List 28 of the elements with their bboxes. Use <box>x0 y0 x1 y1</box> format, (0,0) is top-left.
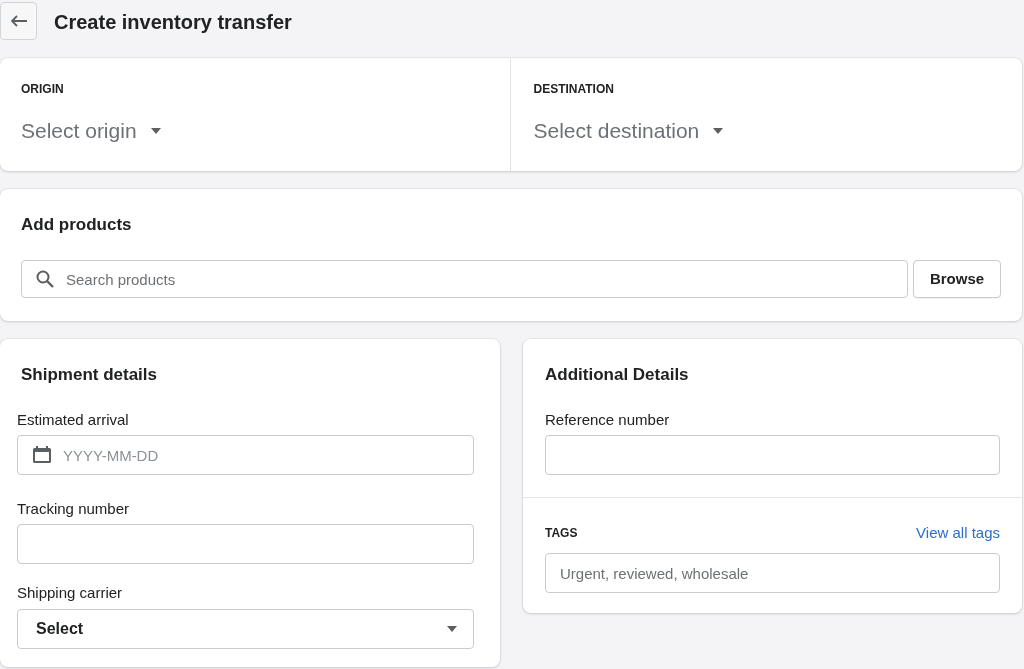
input-field[interactable] <box>545 435 1000 475</box>
carrier-select[interactable]: Select <box>17 609 474 649</box>
tags-field[interactable]: Urgent, reviewed, wholesale <box>545 553 1000 593</box>
browse-button[interactable]: Browse <box>913 260 1001 298</box>
back-arrow-icon <box>10 15 27 27</box>
location-select[interactable]: Select origin <box>21 117 161 145</box>
location-select[interactable]: Select destination <box>533 117 724 145</box>
card-title: Add products <box>21 214 132 236</box>
location-label: DESTINATION <box>533 81 614 97</box>
card-title: Additional Details <box>545 364 689 386</box>
tags-label: TAGS <box>545 525 578 542</box>
field-label: Shipping carrier <box>17 583 123 603</box>
view-all-tags-link[interactable]: View all tags <box>916 521 1000 545</box>
field-label: Tracking number <box>17 499 129 519</box>
caret-icon <box>150 128 161 134</box>
input-field[interactable] <box>17 524 474 564</box>
field-label: Reference number <box>545 410 670 430</box>
caret-icon <box>446 626 458 632</box>
card-title: Shipment details <box>20 364 158 386</box>
caret-icon <box>713 128 724 134</box>
search-icon <box>36 270 54 288</box>
calendar-icon <box>33 446 51 463</box>
back-button[interactable] <box>0 2 37 40</box>
location-label: ORIGIN <box>21 81 64 97</box>
page-title: Create inventory transfer <box>54 10 292 35</box>
date-field[interactable]: YYYY-MM-DD <box>17 435 474 475</box>
field-label: Estimated arrival <box>17 410 129 430</box>
search-field[interactable]: Search products <box>21 260 908 298</box>
